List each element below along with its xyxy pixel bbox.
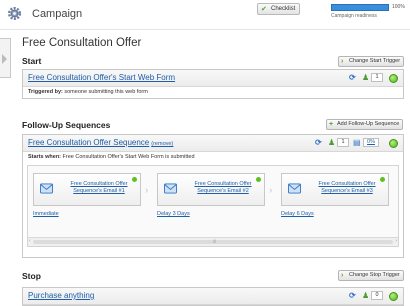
sequence-percent[interactable]: 0%: [363, 138, 379, 147]
sidebar-toggle[interactable]: [0, 38, 11, 78]
refresh-icon[interactable]: ⟳: [315, 138, 322, 148]
remove-sequence-link[interactable]: (remove): [151, 141, 173, 147]
stop-section-title: Stop: [22, 271, 41, 281]
sequence-panel: Free Consultation Offer Sequence (remove)…: [22, 134, 404, 258]
person-icon: ♟: [362, 73, 370, 82]
stop-contact-count[interactable]: 0: [371, 291, 383, 300]
email-link-3[interactable]: Free Consultation Offer Sequence's Email…: [310, 181, 384, 195]
start-section-title: Start: [22, 56, 42, 66]
change-stop-trigger-button[interactable]: › Change Stop Trigger: [338, 270, 404, 281]
email-icon: [164, 183, 177, 194]
checklist-button[interactable]: ✔ Checklist: [257, 3, 301, 15]
chevron-right-icon: ›: [269, 185, 273, 196]
sequence-link[interactable]: Free Consultation Offer Sequence (remove): [28, 138, 173, 147]
email-status-icon: [256, 177, 261, 182]
readiness-caption: Campaign readiness: [331, 13, 377, 19]
email-status-icon: [380, 177, 385, 182]
start-contact-count[interactable]: 1: [371, 73, 383, 82]
starts-when-row: Starts when: Free Consultation Offer's S…: [23, 152, 403, 163]
starts-when-label: Starts when:: [28, 154, 62, 160]
checkmark-icon: ✔: [261, 6, 267, 13]
arrow-right-icon: ›: [341, 272, 344, 279]
scroll-grip-icon: |||: [213, 238, 217, 243]
scroll-left-icon[interactable]: ‹: [29, 238, 31, 244]
horizontal-scrollbar[interactable]: ‹ ||| ›: [28, 237, 398, 246]
stop-trigger-link[interactable]: Purchase anything: [28, 291, 94, 300]
email-card-3[interactable]: Free Consultation Offer Sequence's Email…: [281, 173, 389, 206]
scroll-right-icon[interactable]: ›: [395, 238, 397, 244]
email-status-icon: [132, 177, 137, 182]
start-status-icon: [389, 74, 398, 83]
triggered-by-text: someone submitting this web form: [64, 89, 148, 95]
start-triggered-row: Triggered by: someone submitting this we…: [23, 87, 403, 98]
email-delay-1[interactable]: Immediate: [33, 211, 59, 217]
followup-section-title: Follow-Up Sequences: [22, 120, 111, 130]
readiness-progress-bar: [331, 4, 389, 11]
refresh-icon[interactable]: ⟳: [349, 291, 356, 301]
sequence-link-label[interactable]: Free Consultation Offer Sequence: [28, 138, 149, 147]
stop-panel: Purchase anything ⟳ ♟ 0: [22, 287, 404, 306]
change-start-trigger-button[interactable]: › Change Start Trigger: [338, 56, 405, 67]
add-follow-up-sequence-button[interactable]: + Add Follow-Up Sequence: [326, 119, 404, 130]
page-title: Free Consultation Offer: [22, 37, 142, 49]
readiness-progress-fill: [332, 5, 388, 10]
email-delay-3[interactable]: Delay 6 Days: [281, 211, 314, 217]
email-card-2[interactable]: Free Consultation Offer Sequence's Email…: [157, 173, 265, 206]
app-title: Campaign: [32, 8, 83, 20]
readiness-percent: 100%: [392, 4, 405, 10]
start-panel: Free Consultation Offer's Start Web Form…: [22, 69, 404, 99]
email-link-2[interactable]: Free Consultation Offer Sequence's Email…: [186, 181, 260, 195]
starts-when-text: Free Consultation Offer's Start Web Form…: [62, 154, 195, 160]
top-bar: Campaign ✔ Checklist 100% Campaign readi…: [0, 0, 410, 30]
stop-panel-header: Purchase anything ⟳ ♟ 0: [23, 288, 403, 305]
email-icon: [40, 183, 53, 194]
change-start-trigger-label: Change Start Trigger: [349, 58, 401, 64]
plus-icon: +: [329, 121, 334, 128]
expand-arrow-icon: [2, 54, 7, 64]
chevron-right-icon: ›: [145, 185, 149, 196]
start-web-form-link[interactable]: Free Consultation Offer's Start Web Form: [28, 73, 175, 82]
add-sequence-label: Add Follow-Up Sequence: [337, 121, 400, 127]
email-delay-2[interactable]: Delay 3 Days: [157, 211, 190, 217]
arrow-right-icon: ›: [341, 58, 344, 65]
start-panel-header: Free Consultation Offer's Start Web Form…: [23, 70, 403, 87]
stop-status-icon: [389, 292, 398, 301]
sequence-status-icon: [389, 139, 398, 148]
triggered-by-label: Triggered by:: [28, 89, 63, 95]
sequence-contact-count[interactable]: 1: [337, 138, 349, 147]
person-icon: ♟: [362, 291, 370, 300]
refresh-icon[interactable]: ⟳: [349, 73, 356, 83]
email-link-1[interactable]: Free Consultation Offer Sequence's Email…: [62, 181, 136, 195]
sequence-timeline: Free Consultation Offer Sequence's Email…: [27, 165, 399, 247]
gear-icon: [7, 6, 22, 21]
person-icon: ♟: [328, 138, 336, 147]
email-icon: [288, 183, 301, 194]
sequence-panel-header: Free Consultation Offer Sequence (remove)…: [23, 135, 403, 152]
email-card-1[interactable]: Free Consultation Offer Sequence's Email…: [33, 173, 141, 206]
change-stop-trigger-label: Change Stop Trigger: [349, 272, 400, 278]
stats-icon: ▤: [353, 138, 361, 147]
checklist-label: Checklist: [271, 6, 296, 12]
